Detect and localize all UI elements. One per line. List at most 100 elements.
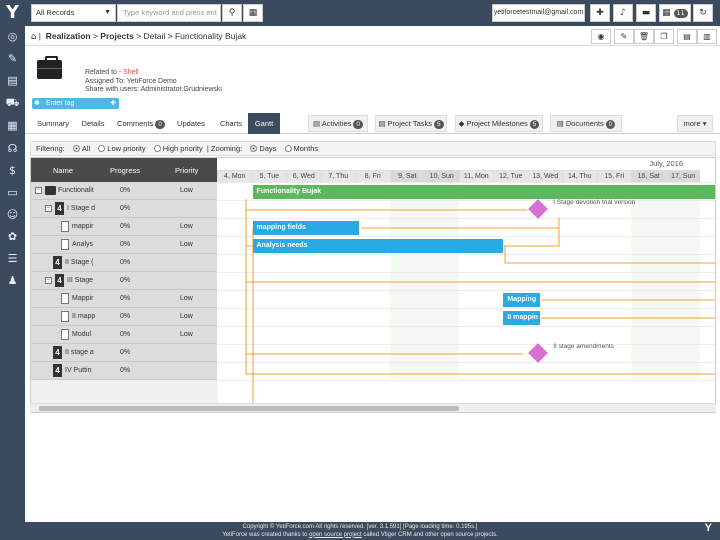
export-pdf-button[interactable]: ▥: [697, 29, 717, 44]
gantt-grid-row[interactable]: 4 IV Puttin 0%: [31, 362, 217, 380]
gantt-grid-row[interactable]: − Functionalit 0% Low: [31, 182, 217, 200]
task-bar[interactable]: Analysis needs: [252, 239, 503, 253]
gantt-horizontal-scrollbar[interactable]: [30, 403, 716, 412]
zoom-days-radio[interactable]: [250, 145, 258, 152]
task-document-icon: [61, 221, 69, 232]
edit-icon[interactable]: ✎: [4, 50, 21, 67]
module-select[interactable]: All Records ▼: [31, 4, 116, 22]
tag-input[interactable]: ✱ Enter tag ✚: [32, 98, 119, 109]
row-priority: Low: [180, 313, 193, 320]
tab-details[interactable]: Details: [77, 113, 109, 134]
gantt-grid-row[interactable]: 4 II stage a 0%: [31, 344, 217, 362]
footer: Copyright © YetiForce.com All rights res…: [0, 522, 720, 540]
users-icon[interactable]: ☺: [4, 206, 21, 223]
duplicate-record-button[interactable]: ❐: [654, 29, 674, 44]
zoom-days-label: Days: [259, 144, 277, 153]
yetiforce-logo-icon[interactable]: Y: [3, 2, 22, 24]
tab-project-tasks[interactable]: ▤ Project Tasks 5: [375, 115, 447, 132]
footer-copyright: Copyright © YetiForce.com All rights res…: [242, 524, 478, 530]
gantt-grid-row[interactable]: Analys 0% Low: [31, 236, 217, 254]
tab-more-label: more: [683, 119, 701, 128]
milestone-label: II stage amendments: [553, 343, 614, 350]
notifications-button[interactable]: ♪: [613, 4, 633, 22]
user-email-button[interactable]: yetiforcetestmail@gmail.com: [492, 4, 585, 22]
database-icon[interactable]: ☰: [4, 250, 21, 267]
task-bar[interactable]: II mappin: [503, 311, 540, 325]
scrollbar-thumb[interactable]: [39, 406, 459, 411]
task-bar[interactable]: mapping fields: [252, 221, 360, 235]
tab-project-milestones[interactable]: ◆ Project Milestones 5: [455, 115, 543, 132]
puzzle-icon[interactable]: ✿: [4, 228, 21, 245]
gantt-grid-row[interactable]: −4 I Stage d 0%: [31, 200, 217, 218]
dependency-line: [361, 218, 560, 229]
gantt-grid-row[interactable]: mappir 0% Low: [31, 218, 217, 236]
record-info: Related to - Shell Assigned To: YetiForc…: [85, 69, 222, 95]
filter-high-radio[interactable]: [153, 145, 161, 152]
filter-low-label: Low priority: [107, 144, 146, 153]
tab-summary[interactable]: Summary: [33, 113, 73, 134]
home-icon[interactable]: ⌂: [31, 32, 36, 42]
row-name: II stage a: [65, 349, 94, 356]
quick-create-button[interactable]: ✚: [590, 4, 610, 22]
watch-record-button[interactable]: ◉: [591, 29, 611, 44]
tab-updates[interactable]: Updates: [173, 113, 209, 134]
collapse-toggle-icon[interactable]: −: [35, 187, 42, 194]
search-button[interactable]: ⚲: [222, 4, 242, 22]
tab-more[interactable]: more ▾: [677, 115, 713, 132]
delete-record-button[interactable]: 🗑: [634, 29, 654, 44]
filter-all-label: All: [81, 144, 91, 153]
gantt-grid-row[interactable]: Mappir 0% Low: [31, 290, 217, 308]
footer-link[interactable]: open source project: [309, 532, 362, 538]
breadcrumb-module[interactable]: Realization: [46, 31, 91, 41]
collapse-toggle-icon[interactable]: −: [45, 277, 52, 284]
row-priority: Low: [180, 223, 193, 230]
headset-icon[interactable]: ☊: [4, 140, 21, 157]
caret-down-icon: ▾: [702, 119, 707, 128]
cart-icon[interactable]: ⛟: [4, 94, 21, 111]
assigned-to: Assigned To: YetiForce Demo: [85, 77, 177, 85]
top-bar: All Records ▼ Type keyword and press ent …: [25, 0, 720, 26]
briefcase-icon[interactable]: ▦: [4, 117, 21, 134]
money-icon[interactable]: ▭: [4, 184, 21, 201]
breadcrumb-section[interactable]: Projects: [100, 31, 134, 41]
documents-count: 0: [605, 120, 616, 129]
dashboard-icon[interactable]: ◎: [4, 28, 21, 45]
calendar-button[interactable]: ▦ 11: [659, 4, 691, 22]
record-tabs: Summary Details Comments 0 Updates Charts…: [25, 113, 720, 134]
book-icon[interactable]: ▤: [4, 72, 21, 89]
add-tag-icon[interactable]: ✚: [110, 98, 116, 109]
messages-button[interactable]: ▬: [636, 4, 656, 22]
search-input[interactable]: Type keyword and press ent: [117, 4, 221, 22]
history-button[interactable]: ↻: [693, 4, 713, 22]
zoom-label: Zooming:: [210, 144, 243, 153]
row-name: IV Puttin: [65, 367, 92, 374]
task-bar[interactable]: Mapping: [503, 293, 540, 307]
documents-icon: ▤: [556, 119, 564, 128]
filter-low-radio[interactable]: [98, 145, 106, 152]
zoom-months-radio[interactable]: [284, 145, 292, 152]
gantt-grid-row[interactable]: 4 II Stage (0%: [31, 254, 217, 272]
advanced-search-button[interactable]: ▦: [243, 4, 263, 22]
tab-documents[interactable]: ▤ Documents 0: [550, 115, 622, 132]
user-icon[interactable]: ♟: [4, 272, 21, 289]
gantt-grid-row[interactable]: Modul 0% Low: [31, 326, 217, 344]
dollar-icon[interactable]: $: [4, 162, 21, 179]
col-priority-header[interactable]: Priority: [175, 166, 198, 175]
bell-icon: ♪: [620, 8, 626, 18]
tab-gantt[interactable]: Gantt: [248, 113, 280, 134]
edit-record-button[interactable]: ✎: [614, 29, 634, 44]
print-record-button[interactable]: ▤: [677, 29, 697, 44]
col-name-header[interactable]: Name: [53, 166, 73, 175]
tab-activities[interactable]: ▤ Activities 0: [308, 115, 368, 132]
tab-comments[interactable]: Comments 0: [115, 113, 167, 134]
project-bar[interactable]: Functionality Bujak: [252, 185, 715, 199]
tab-charts[interactable]: Charts: [213, 113, 249, 134]
collapse-toggle-icon[interactable]: −: [45, 205, 52, 212]
related-value[interactable]: Shell: [123, 69, 139, 76]
filter-all-radio[interactable]: [72, 145, 80, 152]
row-name: III Stage: [67, 277, 94, 284]
gantt-grid-row[interactable]: −4 III Stage 0%: [31, 272, 217, 290]
gantt-grid-row[interactable]: II mapp 0% Low: [31, 308, 217, 326]
pencil-icon: ✎: [620, 32, 628, 41]
col-progress-header[interactable]: Progress: [110, 166, 140, 175]
